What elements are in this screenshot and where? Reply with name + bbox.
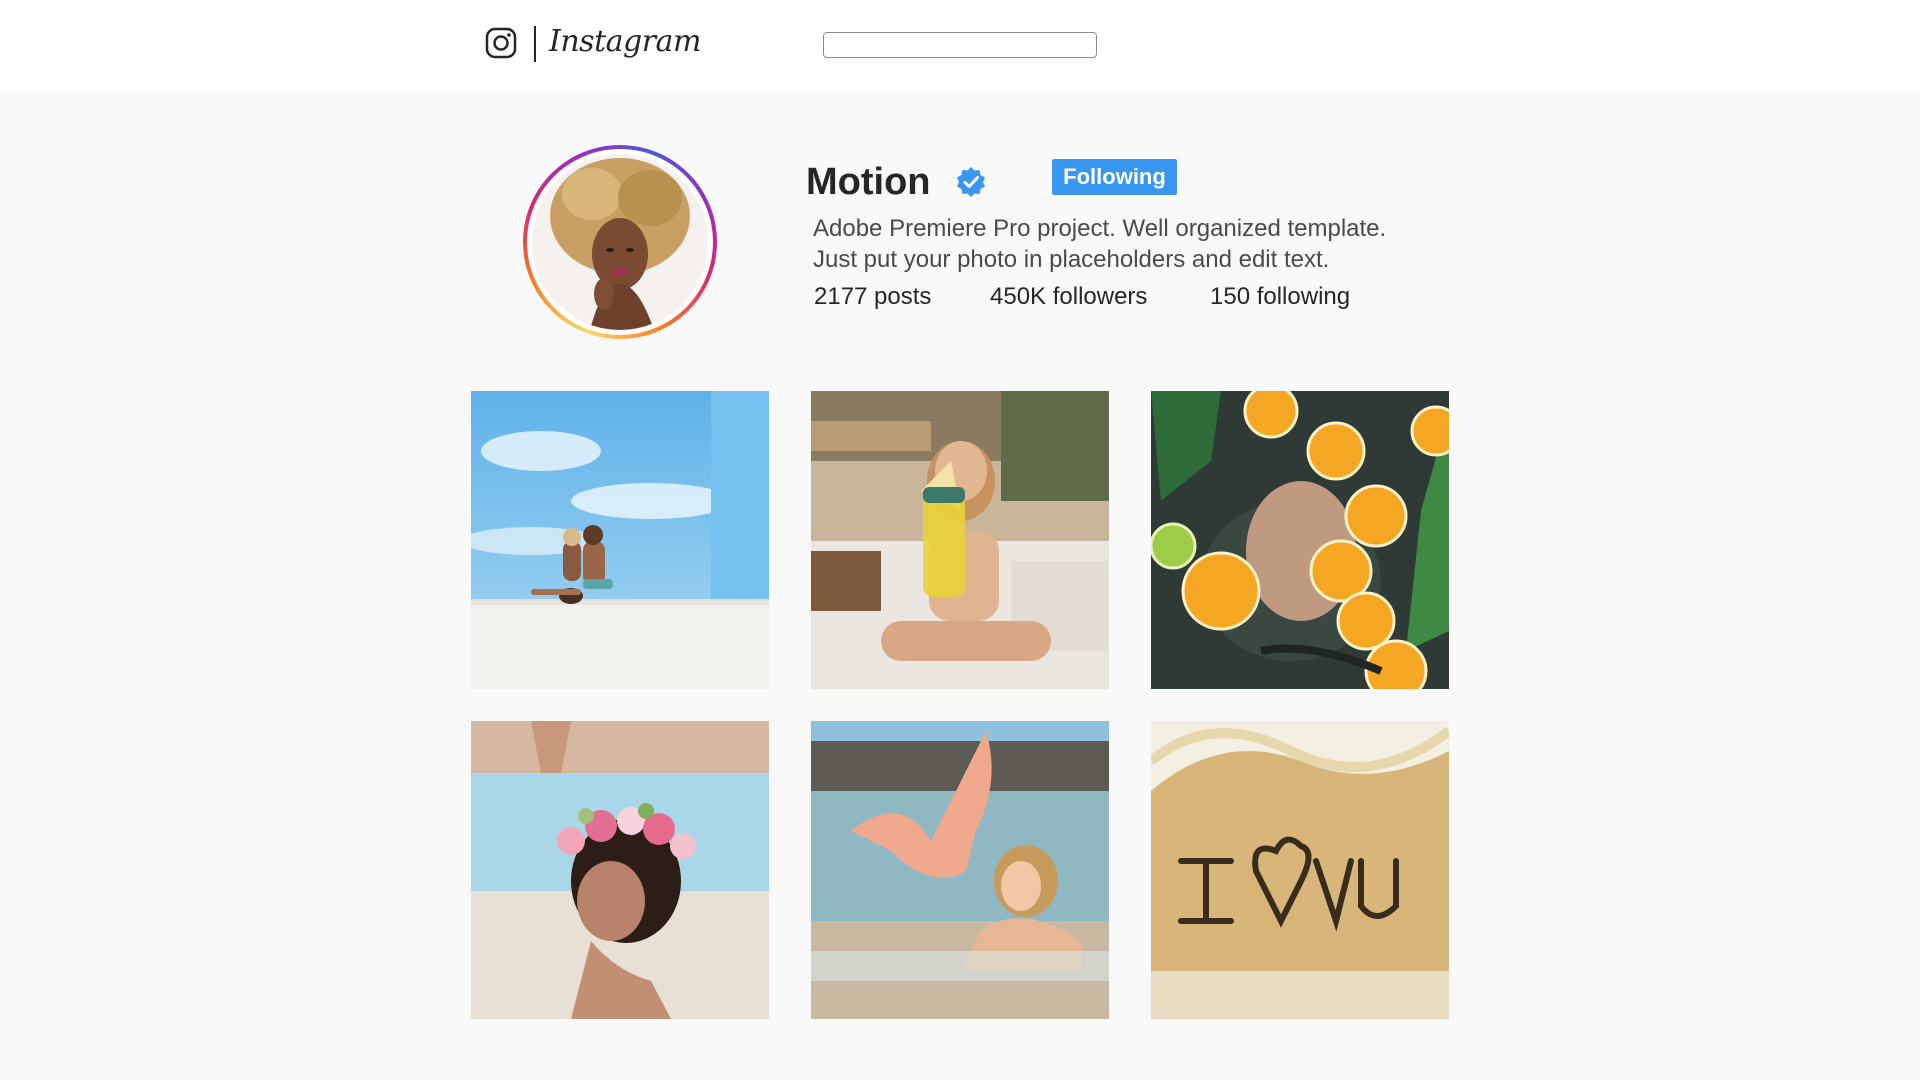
post-flower-crown-woman[interactable] — [471, 721, 769, 1019]
bio-line-1: Adobe Premiere Pro project. Well organiz… — [813, 215, 1387, 242]
following-count[interactable]: 150 following — [1210, 282, 1350, 312]
followers-count[interactable]: 450K followers — [990, 282, 1147, 312]
verified-badge-icon — [957, 167, 985, 197]
instagram-wordmark[interactable]: Instagram — [549, 22, 701, 62]
instagram-camera-icon[interactable] — [485, 27, 517, 59]
post-beach-couple[interactable] — [471, 391, 769, 689]
bio-line-2: Just put your photo in placeholders and … — [813, 246, 1330, 273]
following-button[interactable]: Following — [1050, 157, 1179, 197]
post-woman-with-drink[interactable] — [811, 391, 1109, 689]
top-nav-bar: Instagram — [0, 0, 1920, 91]
profile-username: Motion — [806, 161, 931, 203]
logo-divider — [534, 26, 536, 62]
avatar — [532, 154, 708, 330]
profile-bio: Adobe Premiere Pro project. Well organiz… — [813, 213, 1386, 275]
search-input[interactable] — [823, 32, 1097, 58]
profile-avatar-story-ring[interactable] — [523, 145, 717, 339]
post-i-love-u-sand[interactable] — [1151, 721, 1449, 1019]
post-oranges-in-water[interactable] — [1151, 391, 1449, 689]
post-mermaid-tail[interactable] — [811, 721, 1109, 1019]
posts-count[interactable]: 2177 posts — [814, 282, 931, 312]
